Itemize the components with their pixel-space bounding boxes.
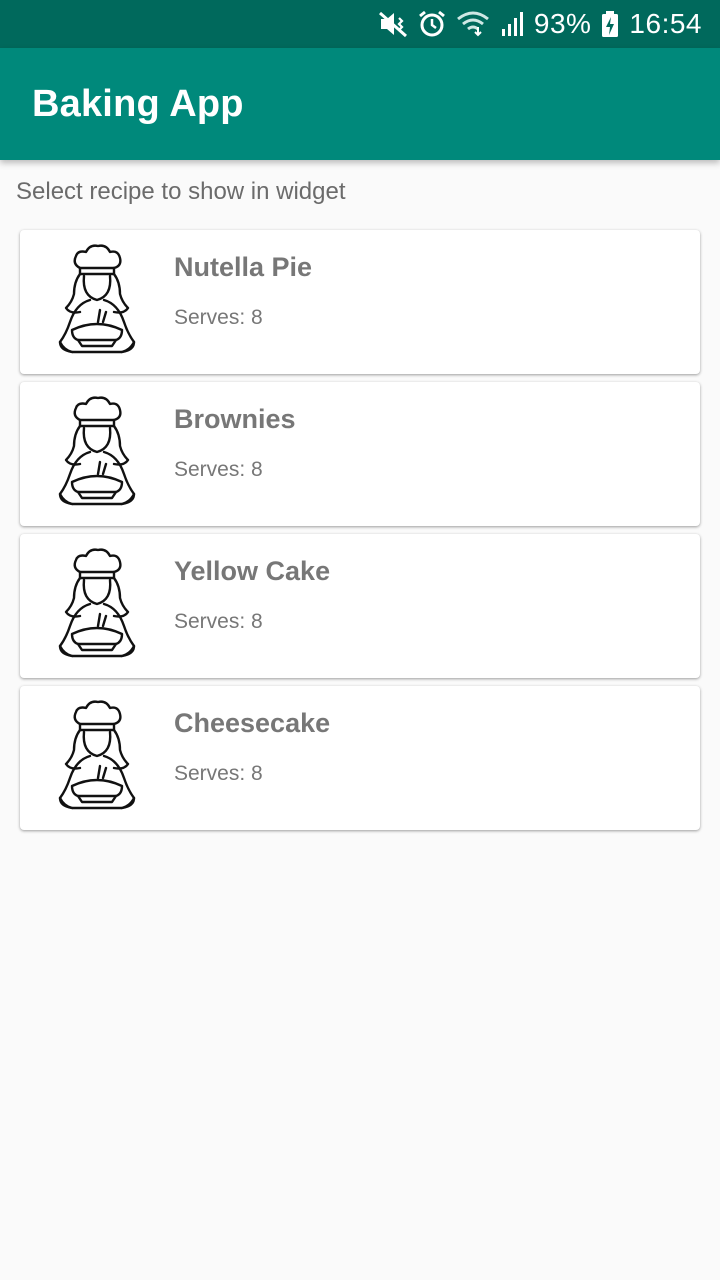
recipe-serves: Serves: 8: [174, 306, 263, 329]
alarm-icon: [418, 10, 446, 38]
toolbar-title: Baking App: [32, 82, 244, 125]
chef-baker-icon: [50, 698, 144, 818]
status-bar: 93% 16:54: [0, 0, 720, 48]
recipe-serves: Serves: 8: [174, 762, 263, 785]
signal-icon: [500, 11, 524, 37]
widget-instruction: Select recipe to show in widget: [16, 178, 346, 205]
recipe-serves: Serves: 8: [174, 458, 263, 481]
mute-vibrate-icon: [378, 10, 408, 38]
status-icons: 93% 16:54: [378, 10, 702, 38]
chef-baker-icon: [50, 394, 144, 514]
recipe-serves: Serves: 8: [174, 610, 263, 633]
battery-percent: 93%: [533, 8, 592, 39]
app-toolbar: Baking App: [0, 48, 720, 160]
recipe-name: Yellow Cake: [174, 556, 331, 586]
status-time: 16:54: [629, 8, 702, 39]
recipe-list: Nutella Pie Serves: 8 Brownies Serves: 8…: [20, 230, 700, 838]
wifi-icon: [456, 11, 490, 37]
recipe-name: Cheesecake: [174, 708, 331, 738]
recipe-card-yellow-cake[interactable]: Yellow Cake Serves: 8: [20, 534, 700, 678]
recipe-name: Brownies: [174, 404, 296, 434]
recipe-card-cheesecake[interactable]: Cheesecake Serves: 8: [20, 686, 700, 830]
chef-baker-icon: [50, 242, 144, 362]
recipe-name: Nutella Pie: [174, 252, 313, 282]
recipe-card-nutella-pie[interactable]: Nutella Pie Serves: 8: [20, 230, 700, 374]
battery-charging-icon: [601, 10, 619, 38]
recipe-card-brownies[interactable]: Brownies Serves: 8: [20, 382, 700, 526]
chef-baker-icon: [50, 546, 144, 666]
